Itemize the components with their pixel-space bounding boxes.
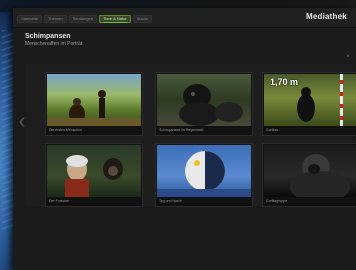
thumbnail-image: [157, 74, 251, 126]
video-thumbnail[interactable]: 1,70 m Gorillas: [262, 72, 356, 136]
thumbnail-caption: Gorillas: [266, 128, 278, 132]
nav-tabs: Startseite Themen Sendungen Tiere & Natu…: [17, 15, 153, 25]
tab-startseite[interactable]: Startseite: [17, 15, 42, 23]
video-thumbnail[interactable]: Die ersten Menschen: [45, 72, 143, 136]
empty-content-area: [13, 208, 356, 270]
top-navigation: Startseite Themen Sendungen Tiere & Natu…: [13, 8, 356, 28]
video-thumbnail[interactable]: Tag und Nacht: [155, 143, 253, 207]
thumbnail-caption: Gorillagruppe: [266, 199, 288, 203]
page-title: Schimpansen: [25, 33, 71, 40]
video-thumbnail[interactable]: Schimpansen im Regenwald: [155, 72, 253, 136]
thumbnail-image: [157, 145, 251, 197]
thumbnail-caption: Die ersten Menschen: [49, 128, 83, 132]
tab-sendungen[interactable]: Sendungen: [68, 15, 98, 23]
tab-label: Sendungen: [72, 16, 94, 21]
thumbnail-image: [47, 74, 141, 126]
tab-label: Themen: [47, 16, 63, 21]
tab-themen[interactable]: Themen: [43, 15, 67, 23]
close-icon[interactable]: ×: [345, 54, 351, 60]
thumbnail-caption: Schimpansen im Regenwald: [159, 128, 204, 132]
thumbnail-caption: Tag und Nacht: [159, 199, 182, 203]
video-thumbnail[interactable]: Der Forscher: [45, 143, 143, 207]
media-library-window: Startseite Themen Sendungen Tiere & Natu…: [13, 8, 356, 270]
thumbnail-image: [47, 145, 141, 197]
brand-logo: Mediathek: [306, 12, 347, 21]
video-thumbnail[interactable]: Gorillagruppe: [262, 143, 356, 207]
thumbnail-image: 1,70 m: [264, 74, 356, 126]
thumbnail-gallery: Die ersten Menschen Schimpansen im Regen…: [25, 64, 356, 207]
page-subtitle: Menschenaffen im Porträt: [25, 41, 83, 47]
thumbnail-caption: Der Forscher: [49, 199, 70, 203]
tab-label: Startseite: [21, 16, 38, 21]
thumbnail-image: [264, 145, 356, 197]
page-header: Schimpansen Menschenaffen im Porträt: [25, 32, 275, 48]
tab-label: Tiere & Natur: [103, 16, 127, 21]
tab-suche[interactable]: Suche: [132, 15, 153, 23]
height-marker-label: 1,70 m: [270, 77, 299, 87]
tab-tiere-natur[interactable]: Tiere & Natur: [99, 15, 131, 23]
tab-label: Suche: [136, 16, 149, 21]
